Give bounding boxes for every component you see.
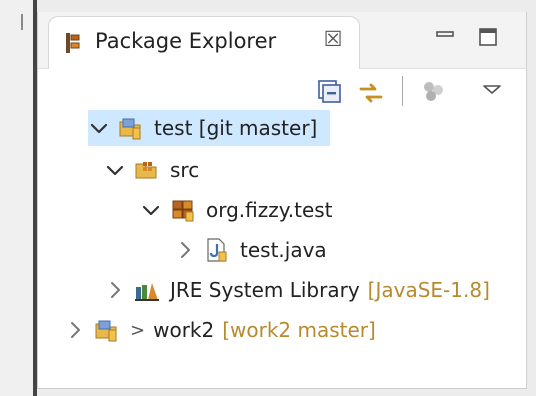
tree-item-label: test.java — [240, 238, 327, 262]
filters-icon[interactable] — [420, 78, 446, 104]
source-folder-icon — [134, 157, 160, 183]
chevron-right-icon[interactable] — [104, 279, 126, 301]
trim-handle — [21, 14, 23, 30]
minimize-icon[interactable] — [434, 26, 458, 48]
package-explorer-view: Package Explorer ☒ test [git master] src… — [37, 12, 527, 389]
tree-item-src[interactable]: src — [104, 152, 284, 188]
tree-item-java-file[interactable]: test.java — [174, 232, 394, 268]
view-tab-bar: Package Explorer ☒ — [38, 12, 526, 69]
tree-item-test-project[interactable]: test [git master] — [88, 110, 330, 146]
tree-item-jre-library[interactable]: JRE System Library [JavaSE-1.8] — [104, 272, 526, 308]
chevron-down-icon[interactable] — [140, 199, 162, 221]
maximize-icon[interactable] — [476, 26, 500, 48]
tab-title: Package Explorer — [95, 29, 277, 53]
tree-item-label: org.fizzy.test — [206, 198, 333, 222]
tree-item-label: src — [170, 158, 200, 182]
git-branch-annotation: [work2 master] — [222, 318, 376, 342]
chevron-down-icon[interactable] — [104, 159, 126, 181]
eclipse-workbench: Package Explorer ☒ test [git master] src… — [0, 0, 536, 396]
package-explorer-icon — [63, 31, 87, 55]
tree-item-package[interactable]: org.fizzy.test — [140, 192, 420, 228]
git-project-icon — [118, 115, 144, 141]
library-icon — [134, 277, 160, 303]
chevron-right-icon[interactable] — [174, 239, 196, 261]
chevron-down-icon[interactable] — [88, 117, 110, 139]
tree-item-work2-project[interactable]: > work2 [work2 master] — [64, 312, 484, 348]
toolbar-separator — [402, 76, 403, 106]
link-with-editor-icon[interactable] — [356, 78, 383, 104]
package-icon — [170, 197, 196, 223]
dirty-indicator: > — [130, 319, 146, 341]
git-project-icon — [94, 317, 120, 343]
left-trim — [0, 0, 36, 396]
close-icon[interactable]: ☒ — [321, 27, 345, 51]
jre-version-annotation: [JavaSE-1.8] — [367, 278, 490, 302]
view-menu-icon[interactable] — [480, 78, 506, 104]
chevron-right-icon[interactable] — [64, 319, 86, 341]
tree-item-label: JRE System Library — [170, 278, 360, 302]
tab-package-explorer[interactable]: Package Explorer ☒ — [48, 16, 360, 69]
tree-item-label: test [git master] — [154, 116, 318, 140]
java-file-icon — [204, 237, 230, 263]
collapse-all-icon[interactable] — [316, 78, 342, 104]
tree-item-label: work2 — [153, 318, 215, 342]
